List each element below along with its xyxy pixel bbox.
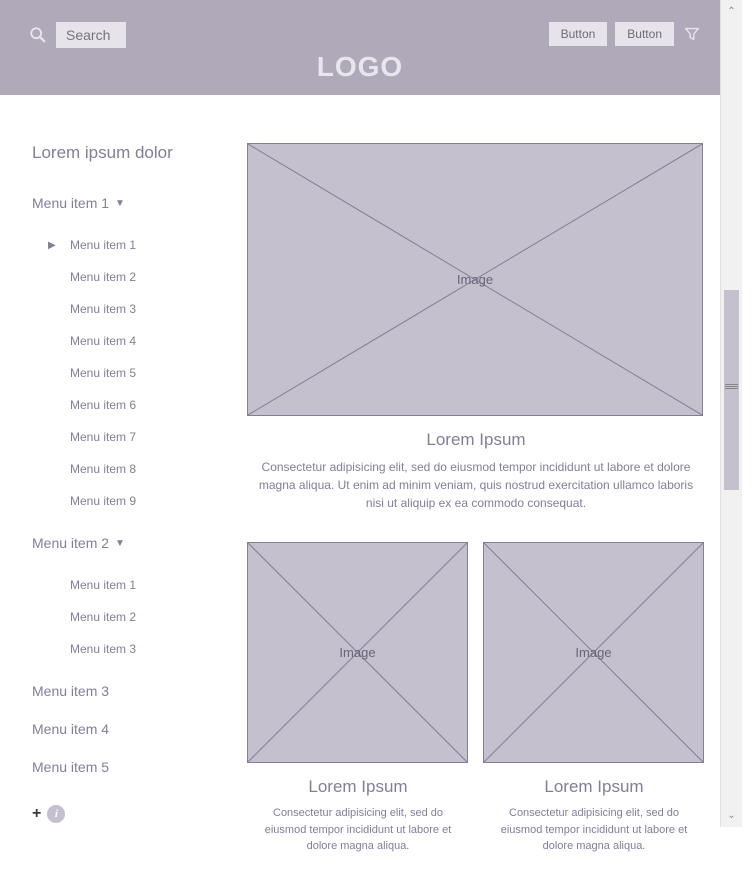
search-input[interactable] xyxy=(56,22,126,48)
submenu-2-item-1[interactable]: Menu item 1 xyxy=(32,569,217,601)
submenu-1-item-2[interactable]: Menu item 2 xyxy=(32,261,217,293)
chevron-down-icon: ▼ xyxy=(115,198,125,209)
card-1-desc: Consectetur adipisicing elit, sed do eiu… xyxy=(247,805,469,855)
submenu-2-item-2[interactable]: Menu item 2 xyxy=(32,601,217,633)
plus-icon[interactable]: + xyxy=(32,805,41,823)
scrollbar-grip xyxy=(725,384,738,392)
play-icon: ▶ xyxy=(48,240,56,251)
sidebar: Lorem ipsum dolor Menu item 1 ▼ ▶ Menu i… xyxy=(32,143,217,885)
header-button-2[interactable]: Button xyxy=(615,22,674,46)
menu-item-4[interactable]: Menu item 4 xyxy=(32,721,217,737)
logo: LOGO xyxy=(317,51,403,83)
filter-icon[interactable] xyxy=(682,24,702,44)
hero-image-placeholder: Image xyxy=(247,143,703,416)
submenu-1-item-7[interactable]: Menu item 7 xyxy=(32,421,217,453)
submenu-1-item-9[interactable]: Menu item 9 xyxy=(32,485,217,517)
submenu-1-item-6[interactable]: Menu item 6 xyxy=(32,389,217,421)
card-2-desc: Consectetur adipisicing elit, sed do eiu… xyxy=(483,805,705,855)
hero-card-title: Lorem Ipsum xyxy=(247,430,705,450)
card-2: Image Lorem Ipsum Consectetur adipisicin… xyxy=(483,542,705,885)
info-icon[interactable]: i xyxy=(47,805,65,823)
image-label: Image xyxy=(339,645,375,660)
sidebar-title: Lorem ipsum dolor xyxy=(32,143,217,163)
scroll-down-arrow[interactable]: ⌄ xyxy=(727,810,735,821)
menu-group-2-header[interactable]: Menu item 2 ▼ xyxy=(32,535,217,551)
submenu-1-item-5[interactable]: Menu item 5 xyxy=(32,357,217,389)
card-1: Image Lorem Ipsum Consectetur adipisicin… xyxy=(247,542,469,885)
card-1-title: Lorem Ipsum xyxy=(247,777,469,797)
menu-item-3[interactable]: Menu item 3 xyxy=(32,683,217,699)
card-1-image-placeholder: Image xyxy=(247,542,468,763)
scrollbar[interactable]: ⌃ ⌄ xyxy=(720,0,742,827)
submenu-2-item-3[interactable]: Menu item 3 xyxy=(32,633,217,665)
scroll-up-arrow[interactable]: ⌃ xyxy=(727,6,735,17)
card-2-image-placeholder: Image xyxy=(483,542,704,763)
card-2-title: Lorem Ipsum xyxy=(483,777,705,797)
submenu-1-item-3[interactable]: Menu item 3 xyxy=(32,293,217,325)
header-button-1[interactable]: Button xyxy=(549,22,608,46)
main-content: Image Lorem Ipsum Consectetur adipisicin… xyxy=(247,143,705,885)
hero-card-desc: Consectetur adipisicing elit, sed do eiu… xyxy=(247,458,705,512)
search-icon[interactable] xyxy=(28,25,48,45)
image-label: Image xyxy=(575,645,611,660)
chevron-down-icon: ▼ xyxy=(115,538,125,549)
menu-group-1-header[interactable]: Menu item 1 ▼ xyxy=(32,195,217,211)
submenu-1-item-4[interactable]: Menu item 4 xyxy=(32,325,217,357)
menu-item-5[interactable]: Menu item 5 xyxy=(32,759,217,775)
submenu-1-item-8[interactable]: Menu item 8 xyxy=(32,453,217,485)
image-label: Image xyxy=(457,272,493,287)
header: Button Button LOGO xyxy=(0,0,720,95)
submenu-1-item-1[interactable]: ▶ Menu item 1 xyxy=(32,229,217,261)
